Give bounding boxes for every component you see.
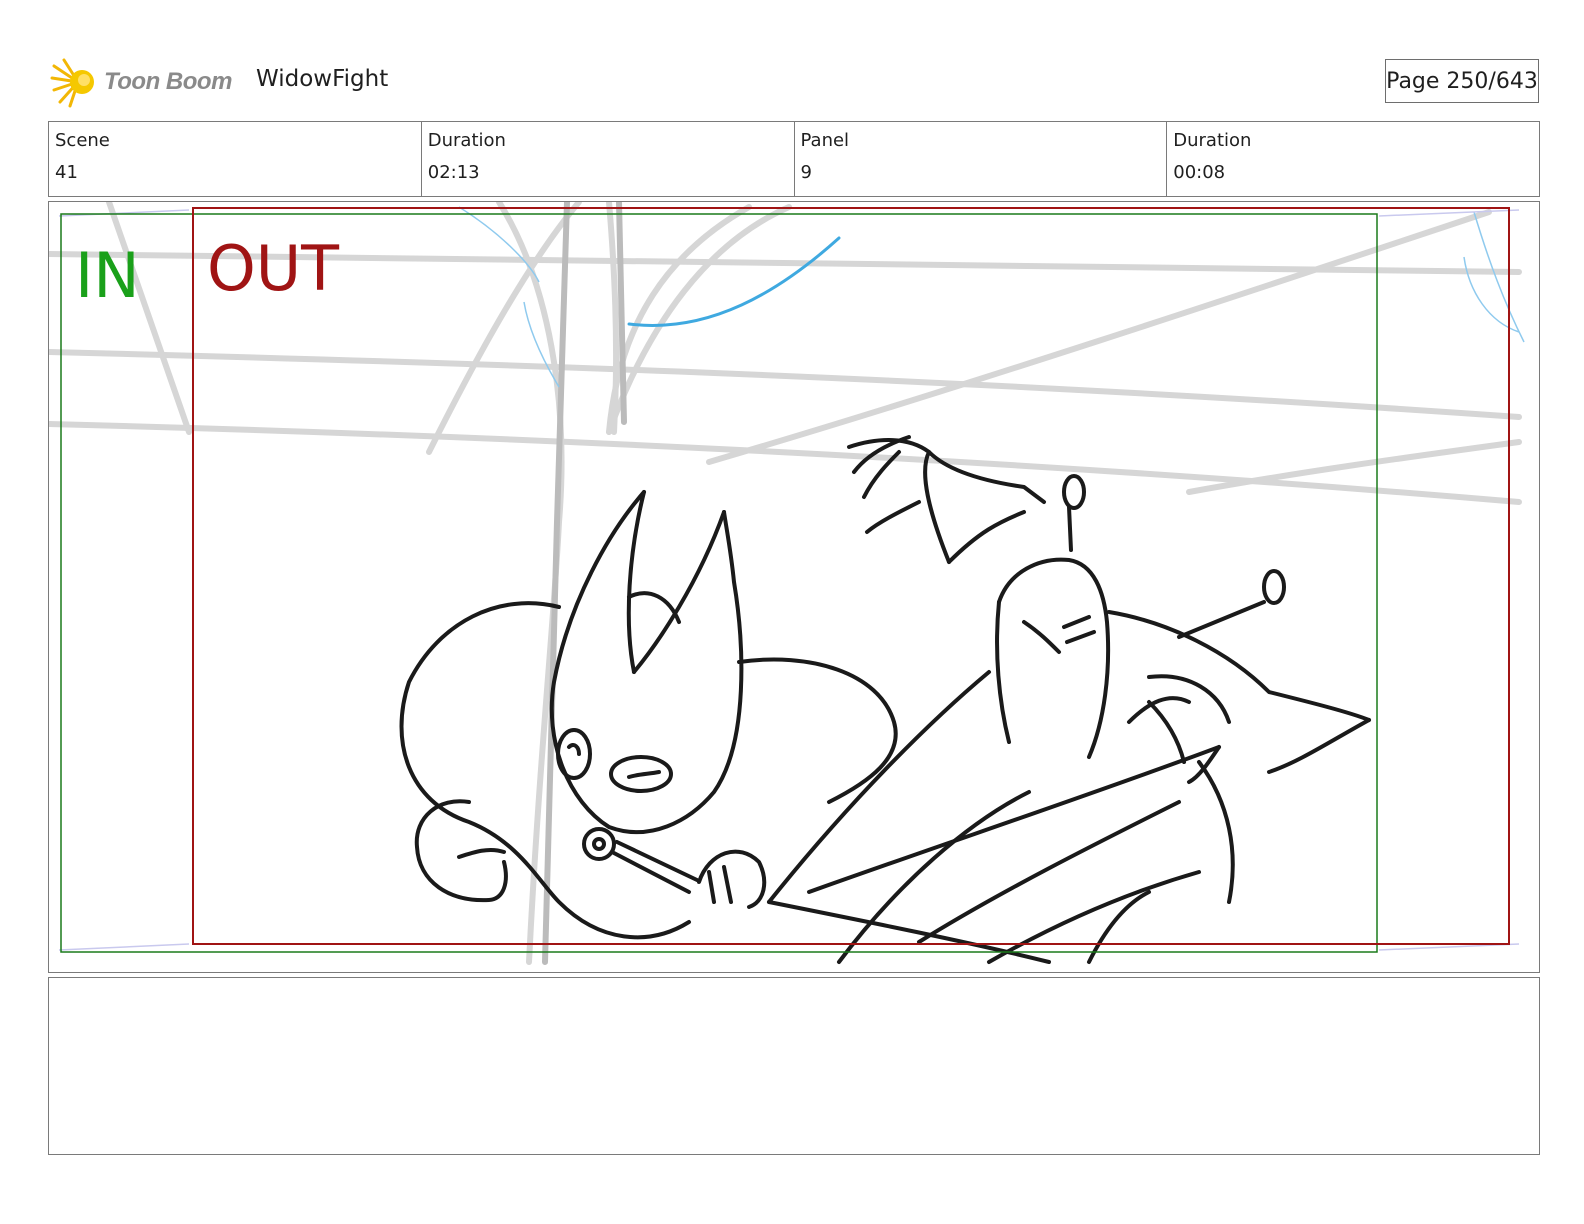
project-title: WidowFight (256, 66, 389, 92)
out-frame (192, 207, 1510, 945)
scene-duration-value: 02:13 (427, 162, 480, 183)
toon-boom-logo: Toon Boom (50, 56, 232, 108)
page-number: Page 250/643 (1385, 59, 1539, 103)
panel-duration-cell: Duration 00:08 (1167, 122, 1539, 196)
scene-duration-cell: Duration 02:13 (422, 122, 795, 196)
in-frame (60, 213, 1378, 953)
panel-duration-value: 00:08 (1173, 162, 1226, 183)
panel-drawing: IN OUT (49, 202, 1525, 965)
panel-duration-label: Duration (1173, 130, 1252, 151)
scene-duration-label: Duration (427, 130, 506, 151)
storyboard-panel: IN OUT (48, 201, 1540, 973)
panel-cell: Panel 9 (795, 122, 1168, 196)
logo-wordmark: Toon Boom (104, 68, 232, 95)
starburst-icon (50, 58, 94, 108)
panel-value: 9 (800, 162, 812, 183)
panel-info-table: Scene 41 Duration 02:13 Panel 9 Duration… (48, 121, 1540, 197)
storyboard-page: Toon Boom WidowFight Page 250/643 Scene … (0, 0, 1584, 1224)
background-sketch (49, 202, 1522, 965)
out-label: OUT (207, 232, 340, 305)
scene-cell: Scene 41 (49, 122, 422, 196)
scene-value: 41 (55, 162, 78, 183)
panel-notes-box (48, 977, 1540, 1155)
scene-label: Scene (55, 130, 110, 151)
panel-label: Panel (800, 130, 850, 151)
in-label: IN (75, 239, 140, 312)
